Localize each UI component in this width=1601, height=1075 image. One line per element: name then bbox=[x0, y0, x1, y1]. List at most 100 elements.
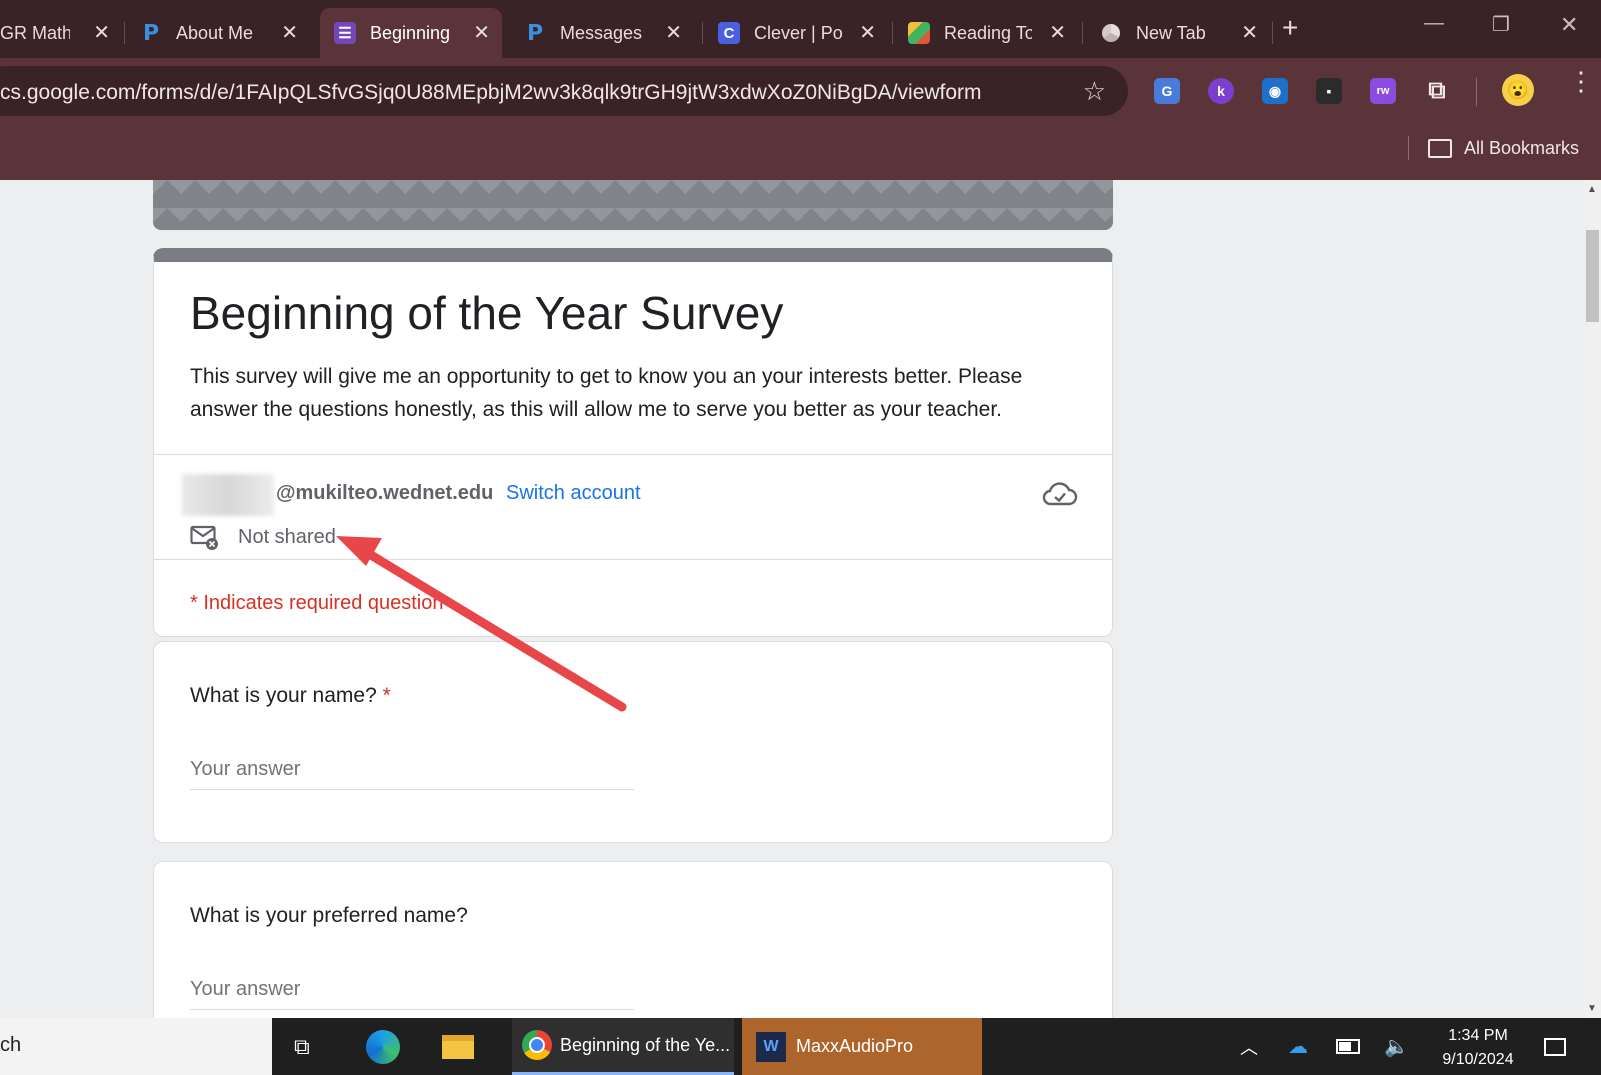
question-title: What is your preferred name? bbox=[190, 904, 468, 928]
clever-icon: C bbox=[718, 22, 740, 44]
divider bbox=[154, 454, 1112, 455]
blue-extension-icon[interactable]: ◉ bbox=[1262, 78, 1288, 104]
windows-taskbar: ch ⧉ Beginning of the Ye... W MaxxAudioP… bbox=[0, 1018, 1601, 1075]
account-email: @mukilteo.wednet.edu bbox=[276, 482, 494, 504]
browser-tabstrip: GR Math ✕ 𝗣 About Me ✕ ☰ Beginning ✕ 𝗣 M… bbox=[0, 0, 1601, 58]
file-explorer-icon[interactable] bbox=[442, 1018, 474, 1075]
tab-separator bbox=[1272, 22, 1273, 44]
folder-icon bbox=[1427, 139, 1452, 158]
question-text: What is your name? bbox=[190, 684, 377, 707]
profile-avatar-icon[interactable]: 😮 bbox=[1502, 74, 1534, 106]
close-tab-icon[interactable]: ✕ bbox=[665, 20, 682, 45]
close-window-icon[interactable]: ✕ bbox=[1560, 12, 1578, 38]
cube-icon bbox=[908, 22, 930, 44]
close-tab-icon[interactable]: ✕ bbox=[1241, 20, 1258, 45]
question-text: What is your preferred name? bbox=[190, 904, 468, 927]
tab-title: New Tab bbox=[1136, 22, 1206, 43]
p-logo-icon: 𝗣 bbox=[526, 20, 544, 45]
tab-title: About Me bbox=[176, 22, 254, 43]
all-bookmarks-label: All Bookmarks bbox=[1463, 138, 1579, 158]
blurred-username bbox=[182, 474, 274, 516]
required-asterisk: * bbox=[382, 684, 391, 707]
not-shared-label: Not shared bbox=[238, 526, 336, 548]
p-logo-icon: 𝗣 bbox=[142, 20, 160, 45]
chrome-window-title: Beginning of the Ye... bbox=[560, 1034, 731, 1055]
puzzle-extension-icon[interactable]: ⧉ bbox=[1424, 77, 1450, 104]
tab-title: GR Math bbox=[0, 22, 70, 43]
tab-about-me[interactable]: 𝗣 About Me ✕ bbox=[140, 8, 310, 58]
form-page: Beginning of the Year Survey This survey… bbox=[0, 180, 1584, 1018]
address-bar[interactable]: cs.google.com/forms/d/e/1FAIpQLSfvGSjq0U… bbox=[0, 66, 1128, 116]
close-tab-icon[interactable]: ✕ bbox=[1049, 20, 1066, 45]
question-card-preferred-name: What is your preferred name? bbox=[153, 861, 1113, 1018]
chrome-icon bbox=[522, 1030, 552, 1060]
tab-separator bbox=[702, 22, 703, 44]
rw-extension-icon[interactable]: rw bbox=[1370, 78, 1396, 104]
divider bbox=[154, 559, 1112, 560]
taskbar-search-box[interactable]: ch bbox=[0, 1018, 272, 1075]
taskbar-maxxaudio-window[interactable]: W MaxxAudioPro bbox=[742, 1018, 982, 1075]
maxxaudio-icon: W bbox=[756, 1031, 786, 1062]
forms-icon: ☰ bbox=[334, 22, 356, 44]
tab-clever[interactable]: C Clever | Po ✕ bbox=[718, 8, 888, 58]
kami-extension-icon[interactable]: k bbox=[1208, 78, 1234, 104]
mail-not-shared-icon bbox=[190, 525, 218, 550]
preferred-name-answer-input[interactable] bbox=[190, 972, 634, 1010]
form-description: This survey will give me an opportunity … bbox=[190, 365, 1023, 421]
close-tab-icon[interactable]: ✕ bbox=[473, 20, 490, 45]
clock-date: 9/10/2024 bbox=[1442, 1051, 1514, 1068]
battery-icon[interactable] bbox=[1336, 1018, 1360, 1075]
taskbar-clock[interactable]: 1:34 PM 9/10/2024 bbox=[1428, 1024, 1528, 1072]
form-title: Beginning of the Year Survey bbox=[190, 287, 784, 339]
question-title: What is your name? * bbox=[190, 684, 391, 708]
onedrive-cloud-icon[interactable]: ☁ bbox=[1288, 1018, 1308, 1075]
url-text[interactable]: cs.google.com/forms/d/e/1FAIpQLSfvGSjq0U… bbox=[0, 81, 982, 105]
tab-beginning[interactable]: ☰ Beginning ✕ bbox=[320, 8, 502, 58]
switch-account-link[interactable]: Switch account bbox=[506, 482, 641, 505]
search-text: ch bbox=[0, 1034, 22, 1056]
tab-separator bbox=[124, 22, 125, 44]
name-answer-input[interactable] bbox=[190, 752, 634, 790]
volume-icon[interactable]: 🔈 bbox=[1384, 1018, 1409, 1075]
minimize-icon[interactable]: — bbox=[1424, 12, 1444, 35]
notifications-icon[interactable] bbox=[1544, 1018, 1566, 1075]
task-view-icon[interactable]: ⧉ bbox=[294, 1018, 310, 1075]
cloud-saved-icon bbox=[1042, 482, 1078, 506]
edge-icon[interactable] bbox=[366, 1018, 400, 1075]
tray-chevron-icon[interactable]: ︿ bbox=[1240, 1018, 1258, 1075]
close-tab-icon[interactable]: ✕ bbox=[859, 20, 876, 45]
new-tab-plus-icon[interactable]: + bbox=[1282, 12, 1298, 44]
tab-title: Clever | Po bbox=[754, 22, 842, 43]
restore-icon[interactable]: ❐ bbox=[1492, 12, 1510, 37]
scrollbar-thumb[interactable] bbox=[1586, 230, 1599, 322]
tab-title: Reading To bbox=[944, 22, 1032, 43]
tab-messages[interactable]: 𝗣 Messages ✕ bbox=[524, 8, 694, 58]
more-menu-icon[interactable]: ⋮ bbox=[1568, 68, 1594, 94]
toolbar-separator bbox=[1476, 78, 1477, 106]
form-title-card: Beginning of the Year Survey This survey… bbox=[153, 248, 1113, 637]
required-question-note: * Indicates required question bbox=[190, 592, 444, 614]
bookmark-star-icon[interactable]: ☆ bbox=[1083, 76, 1106, 107]
tab-reading[interactable]: Reading To ✕ bbox=[908, 8, 1078, 58]
close-tab-icon[interactable]: ✕ bbox=[93, 20, 110, 45]
tab-new-tab[interactable]: New Tab ✕ bbox=[1100, 8, 1270, 58]
bookmarks-separator bbox=[1408, 136, 1409, 160]
scroll-up-arrow-icon[interactable]: ▲ bbox=[1587, 184, 1597, 195]
tab-gr-math[interactable]: GR Math ✕ bbox=[0, 8, 122, 58]
close-tab-icon[interactable]: ✕ bbox=[281, 20, 298, 45]
scroll-down-arrow-icon[interactable]: ▼ bbox=[1587, 1003, 1597, 1014]
form-header-banner bbox=[153, 180, 1113, 230]
chrome-icon bbox=[1100, 22, 1122, 44]
tab-title: Messages bbox=[560, 22, 643, 43]
tab-separator bbox=[892, 22, 893, 44]
tab-title: Beginning bbox=[370, 22, 451, 43]
translate-extension-icon[interactable]: G bbox=[1154, 78, 1180, 104]
tab-separator bbox=[1082, 22, 1083, 44]
page-scrollbar[interactable]: ▲ ▼ bbox=[1584, 180, 1601, 1018]
question-card-name: What is your name? * bbox=[153, 641, 1113, 843]
browser-toolbar: cs.google.com/forms/d/e/1FAIpQLSfvGSjq0U… bbox=[0, 58, 1601, 180]
cc-extension-icon[interactable]: ▪ bbox=[1316, 78, 1342, 104]
maxxaudio-window-title: MaxxAudioPro bbox=[796, 1036, 914, 1056]
taskbar-chrome-window[interactable]: Beginning of the Ye... bbox=[512, 1018, 734, 1075]
all-bookmarks-button[interactable]: All Bookmarks bbox=[1427, 138, 1579, 159]
